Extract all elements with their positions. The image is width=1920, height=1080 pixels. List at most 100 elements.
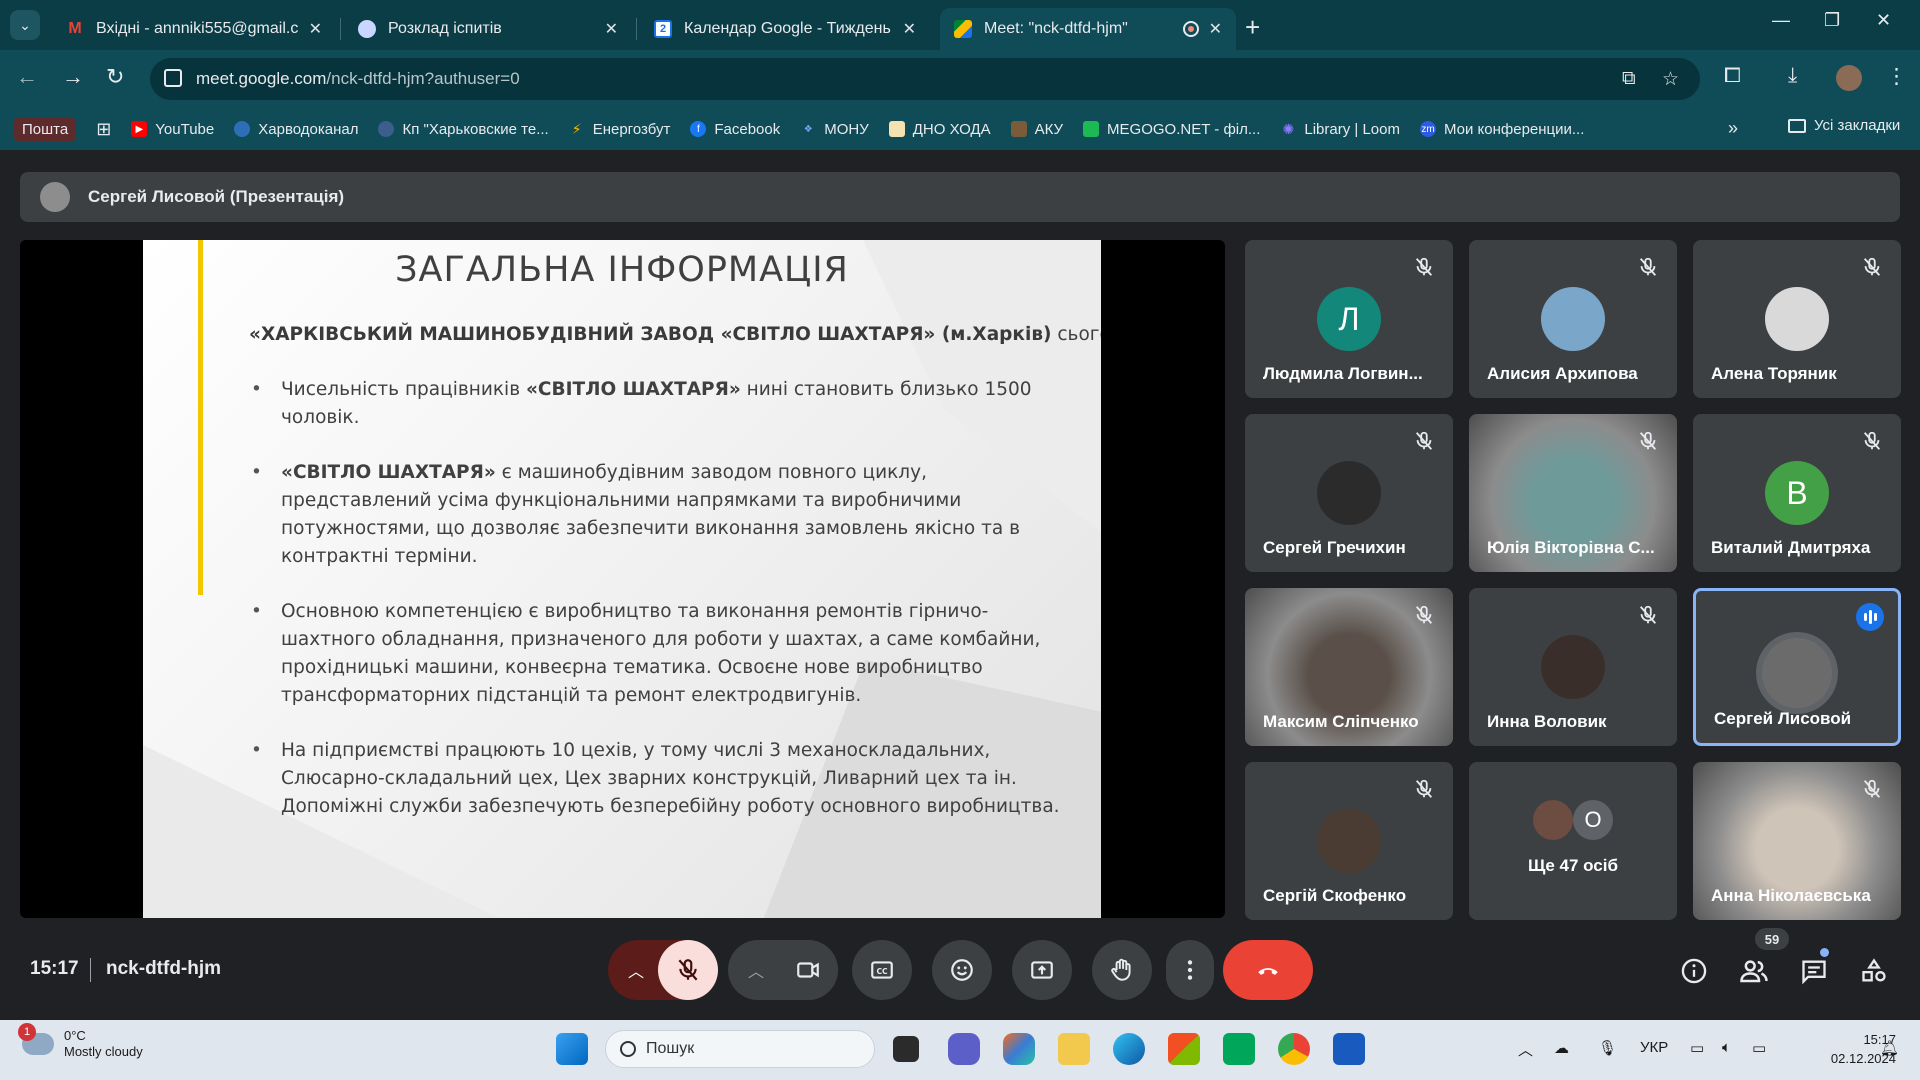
- participant-tile[interactable]: Сергей Лисовой: [1693, 588, 1901, 746]
- all-bookmarks-button[interactable]: Усі закладки: [1788, 117, 1900, 134]
- tray-overflow-icon[interactable]: ︿: [1518, 1039, 1533, 1060]
- browser-menu-icon[interactable]: ⋮: [1886, 64, 1907, 89]
- people-button[interactable]: [1737, 954, 1771, 988]
- chat-button[interactable]: [1797, 948, 1831, 988]
- svg-text:CC: CC: [876, 967, 888, 976]
- mic-off-icon: [1863, 257, 1881, 276]
- bookmark-kharvodokanal[interactable]: Харводоканал: [234, 121, 358, 138]
- bookmark-megogo[interactable]: MEGOGO.NET - філ...: [1083, 121, 1260, 138]
- reactions-button[interactable]: [932, 940, 992, 1000]
- weather-widget[interactable]: 1 0°C Mostly cloudy: [18, 1023, 143, 1060]
- bookmark-youtube[interactable]: ▶ YouTube: [131, 121, 214, 138]
- participant-tile[interactable]: Алисия Архипова: [1469, 240, 1677, 398]
- aku-icon: [1010, 121, 1027, 137]
- meet-app-icon[interactable]: [1223, 1033, 1255, 1065]
- raise-hand-button[interactable]: [1092, 940, 1152, 1000]
- window-close-icon[interactable]: ✕: [1876, 10, 1891, 31]
- participant-tile[interactable]: Сергей Гречихин: [1245, 414, 1453, 572]
- bookmark-facebook[interactable]: f Facebook: [690, 121, 780, 138]
- search-placeholder: Пошук: [646, 1040, 695, 1057]
- participant-tile[interactable]: Сергій Скофенко: [1245, 762, 1453, 920]
- leave-call-button[interactable]: [1223, 940, 1313, 1000]
- bookmark-aku[interactable]: АКУ: [1010, 121, 1063, 138]
- restore-icon[interactable]: ❐: [1824, 10, 1840, 31]
- tab-search-button[interactable]: ⌄: [10, 10, 40, 40]
- edge-icon[interactable]: [1113, 1033, 1145, 1065]
- bookmark-energozbut[interactable]: ⚡ Енергозбут: [569, 121, 671, 138]
- site-info-icon[interactable]: [164, 69, 182, 87]
- slide-bullet: «СВІТЛО ШАХТАРЯ» є машинобудівним заводо…: [249, 459, 1069, 571]
- present-screen-button[interactable]: [1012, 940, 1072, 1000]
- battery-icon[interactable]: ▭: [1752, 1039, 1766, 1057]
- copilot-icon[interactable]: [1003, 1033, 1035, 1065]
- participant-tile[interactable]: Инна Воловик: [1469, 588, 1677, 746]
- participant-name: Ще 47 осіб: [1528, 856, 1618, 875]
- close-icon[interactable]: ✕: [903, 19, 916, 39]
- open-in-app-icon[interactable]: ⧉: [1622, 68, 1636, 90]
- captions-button[interactable]: CC: [852, 940, 912, 1000]
- word-icon[interactable]: [1333, 1033, 1365, 1065]
- participant-name: Алисия Архипова: [1487, 364, 1638, 383]
- participant-name: Сергей Гречихин: [1263, 538, 1406, 557]
- camera-toggle-button[interactable]: [778, 940, 838, 1000]
- tab-exam-schedule[interactable]: Розклад іспитів ✕: [344, 8, 632, 50]
- network-icon[interactable]: ▭: [1690, 1039, 1704, 1057]
- tab-google-calendar[interactable]: 2 Календар Google - Тиждень (1 ✕: [640, 8, 930, 50]
- cloud-sync-icon[interactable]: ☁: [1554, 1039, 1569, 1057]
- meeting-info-button[interactable]: [1677, 954, 1711, 988]
- profile-avatar[interactable]: [1836, 65, 1862, 91]
- presentation-stage[interactable]: ЗАГАЛЬНА ІНФОРМАЦІЯ «ХАРКІВСЬКИЙ МАШИНОБ…: [20, 240, 1225, 918]
- bookmark-dno-hoda[interactable]: ДНО ХОДА: [888, 121, 991, 138]
- bookmark-zoom-conferences[interactable]: zm Мои конференции...: [1419, 121, 1584, 138]
- participant-tile[interactable]: Юлія Вікторівна С...: [1469, 414, 1677, 572]
- bookmark-loom[interactable]: ✺ Library | Loom: [1280, 121, 1400, 138]
- apps-grid-icon[interactable]: ⊞: [96, 119, 111, 140]
- extensions-icon[interactable]: ⧠: [1724, 64, 1741, 88]
- new-tab-button[interactable]: +: [1245, 12, 1260, 43]
- teams-icon[interactable]: [948, 1033, 980, 1065]
- participant-tile[interactable]: Алена Торяник: [1693, 240, 1901, 398]
- reload-icon[interactable]: ↻: [106, 64, 124, 90]
- participant-tile[interactable]: О Ще 47 осіб: [1469, 762, 1677, 920]
- minimize-icon[interactable]: —: [1772, 10, 1790, 31]
- store-icon[interactable]: [1168, 1033, 1200, 1065]
- close-icon[interactable]: ✕: [605, 19, 618, 39]
- notifications-icon[interactable]: 🔔︎: [1880, 1039, 1899, 1057]
- close-icon[interactable]: ✕: [1209, 19, 1222, 39]
- tab-gmail[interactable]: M Вхідні - annniki555@gmail.com ✕: [52, 8, 336, 50]
- mic-tray-icon[interactable]: 🎙︎: [1598, 1039, 1617, 1057]
- file-explorer-icon[interactable]: [1058, 1033, 1090, 1065]
- participant-name: Юлія Вікторівна С...: [1487, 538, 1655, 557]
- chrome-icon[interactable]: [1278, 1033, 1310, 1065]
- participant-tile[interactable]: Максим Сліпченко: [1245, 588, 1453, 746]
- chat-icon: [1802, 960, 1826, 985]
- mic-toggle-button[interactable]: [658, 940, 718, 1000]
- more-options-button[interactable]: [1166, 940, 1214, 1000]
- start-button[interactable]: [556, 1033, 588, 1065]
- address-bar[interactable]: meet.google.com/nck-dtfd-hjm?authuser=0 …: [150, 58, 1700, 100]
- language-indicator[interactable]: УКР: [1640, 1039, 1668, 1056]
- bookmark-star-icon[interactable]: ☆: [1662, 68, 1679, 91]
- bookmark-kp-heat[interactable]: Кп "Харьковские те...: [378, 121, 549, 138]
- taskbar-search[interactable]: Пошук: [605, 1030, 875, 1068]
- participant-name: Алена Торяник: [1711, 364, 1837, 383]
- participant-tile[interactable]: Анна Ніколаєвська: [1693, 762, 1901, 920]
- bookmark-mail[interactable]: Пошта: [14, 117, 77, 141]
- emoji-icon: [951, 959, 973, 981]
- download-icon[interactable]: ⤓: [1788, 64, 1797, 88]
- avatar: [1317, 809, 1381, 873]
- participant-tile[interactable]: Л Людмила Логвин...: [1245, 240, 1453, 398]
- close-icon[interactable]: ✕: [309, 19, 322, 39]
- activities-button[interactable]: [1857, 954, 1891, 988]
- participant-tile[interactable]: В Виталий Дмитряха: [1693, 414, 1901, 572]
- bookmarks-overflow-icon[interactable]: »: [1728, 118, 1738, 139]
- bookmark-monu[interactable]: ❖ МОНУ: [800, 121, 869, 138]
- task-view-icon[interactable]: [893, 1036, 919, 1062]
- recording-icon: [1182, 21, 1199, 37]
- forward-icon[interactable]: →: [62, 64, 84, 90]
- tab-meet[interactable]: Meet: "nck-dtfd-hjm" ✕: [940, 8, 1236, 50]
- back-icon[interactable]: ←: [16, 64, 38, 90]
- volume-icon[interactable]: 🔈︎: [1722, 1039, 1731, 1056]
- slide-accent-bar: [198, 240, 203, 595]
- facebook-icon: f: [690, 121, 707, 137]
